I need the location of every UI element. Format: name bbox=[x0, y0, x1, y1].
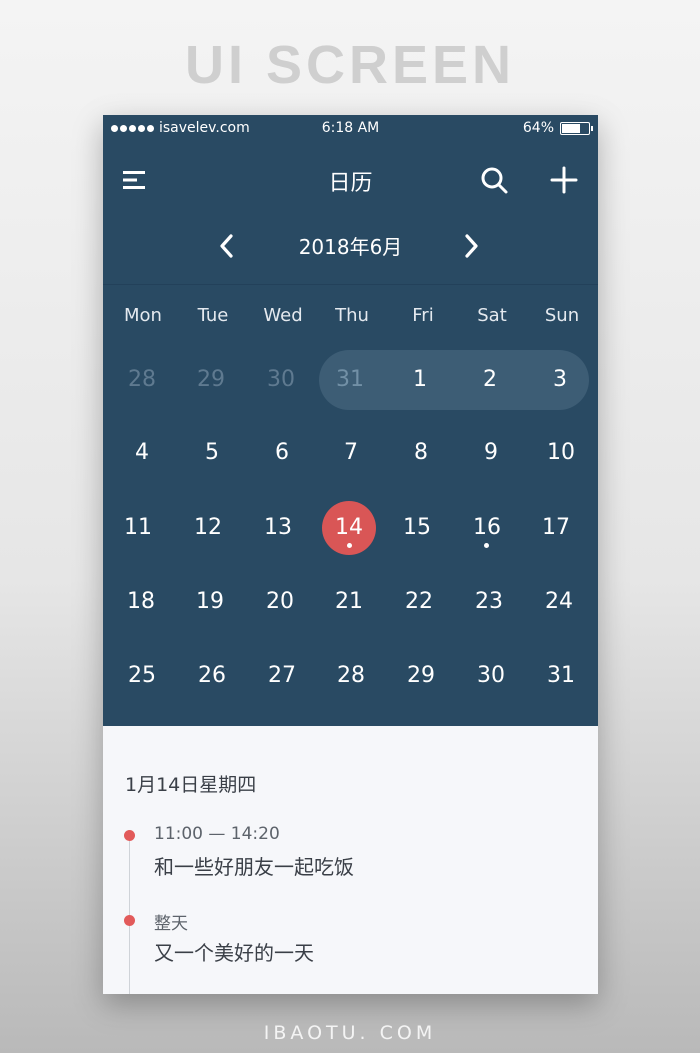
day-cell[interactable]: 27 bbox=[247, 646, 317, 706]
day-cell[interactable]: 10 bbox=[526, 423, 596, 483]
timeline-line bbox=[129, 834, 130, 994]
day-cell[interactable]: 9 bbox=[456, 423, 526, 483]
day-cell[interactable]: 30 bbox=[456, 646, 526, 706]
page-title: 日历 bbox=[328, 171, 373, 196]
month-navigator: 2018年6月 bbox=[103, 223, 598, 267]
day-cell[interactable]: 2 bbox=[455, 350, 525, 410]
day-cell[interactable]: 21 bbox=[314, 572, 384, 632]
weekday-fri: Fri bbox=[412, 305, 434, 326]
plus-icon[interactable] bbox=[549, 165, 579, 195]
day-cell[interactable]: 29 bbox=[176, 350, 246, 410]
timeline-dot bbox=[124, 915, 135, 926]
day-cell[interactable]: 12 bbox=[173, 498, 243, 558]
event-time: 11:00 — 14:20 bbox=[154, 824, 280, 844]
day-cell[interactable]: 28 bbox=[107, 350, 177, 410]
day-cell[interactable]: 22 bbox=[384, 572, 454, 632]
day-cell[interactable]: 1 bbox=[385, 350, 455, 410]
day-cell[interactable]: 24 bbox=[524, 572, 594, 632]
day-cell[interactable]: 19 bbox=[175, 572, 245, 632]
weekday-tue: Tue bbox=[197, 305, 229, 326]
day-cell[interactable]: 8 bbox=[386, 423, 456, 483]
footer-brand: IBAOTU. COM bbox=[263, 1022, 437, 1044]
day-cell[interactable]: 20 bbox=[245, 572, 315, 632]
day-cell[interactable]: 25 bbox=[107, 646, 177, 706]
weekday-sun: Sun bbox=[544, 305, 580, 326]
banner-title: UI SCREEN bbox=[184, 35, 516, 95]
day-cell[interactable]: 23 bbox=[454, 572, 524, 632]
nav-bar: 日历 bbox=[103, 155, 598, 205]
search-icon[interactable] bbox=[479, 165, 509, 195]
timeline-dot bbox=[124, 830, 135, 841]
status-bar: isavelev.com 6:18 AM 64% bbox=[103, 115, 598, 141]
day-cell[interactable]: 31 bbox=[315, 350, 385, 410]
event-indicator-dot bbox=[347, 543, 352, 548]
agenda-panel: 1月14日星期四 11:00 — 14:20 和一些好朋友一起吃饭 整天 又一个… bbox=[103, 726, 598, 994]
day-cell[interactable]: 13 bbox=[243, 498, 313, 558]
day-cell-selected[interactable]: 14 bbox=[314, 498, 384, 558]
day-cell[interactable]: 28 bbox=[316, 646, 386, 706]
day-cell[interactable]: 18 bbox=[106, 572, 176, 632]
battery-icon bbox=[560, 121, 593, 135]
weekday-mon: Mon bbox=[124, 305, 162, 326]
event-title[interactable]: 和一些好朋友一起吃饭 bbox=[154, 851, 354, 880]
day-cell[interactable]: 3 bbox=[525, 350, 595, 410]
phone-screen: isavelev.com 6:18 AM 64% 日历 2018年6月 Mon … bbox=[103, 115, 598, 994]
calendar-header-panel bbox=[103, 115, 598, 726]
chevron-right-icon[interactable] bbox=[459, 233, 483, 259]
day-cell[interactable]: 6 bbox=[247, 423, 317, 483]
day-cell[interactable]: 16 bbox=[452, 498, 522, 558]
day-cell[interactable]: 7 bbox=[316, 423, 386, 483]
weekday-header: Mon Tue Wed Thu Fri Sat Sun bbox=[103, 305, 598, 335]
weekday-wed: Wed bbox=[263, 305, 303, 326]
header-divider bbox=[103, 284, 598, 285]
month-label: 2018年6月 bbox=[298, 235, 403, 259]
agenda-date-label: 1月14日星期四 bbox=[125, 774, 257, 796]
event-indicator-dot bbox=[484, 543, 489, 548]
day-cell[interactable]: 11 bbox=[103, 498, 173, 558]
event-title[interactable]: 又一个美好的一天 bbox=[154, 937, 314, 966]
day-cell[interactable]: 17 bbox=[521, 498, 591, 558]
day-cell[interactable]: 5 bbox=[177, 423, 247, 483]
status-battery-group: 64% bbox=[522, 120, 593, 136]
event-time: 整天 bbox=[154, 914, 188, 934]
battery-percent: 64% bbox=[522, 120, 554, 136]
day-cell[interactable]: 4 bbox=[107, 423, 177, 483]
day-cell[interactable]: 29 bbox=[386, 646, 456, 706]
day-cell[interactable]: 31 bbox=[526, 646, 596, 706]
weekday-thu: Thu bbox=[335, 305, 369, 326]
day-cell[interactable]: 30 bbox=[246, 350, 316, 410]
day-cell[interactable]: 15 bbox=[382, 498, 452, 558]
weekday-sat: Sat bbox=[477, 305, 507, 326]
day-cell[interactable]: 26 bbox=[177, 646, 247, 706]
